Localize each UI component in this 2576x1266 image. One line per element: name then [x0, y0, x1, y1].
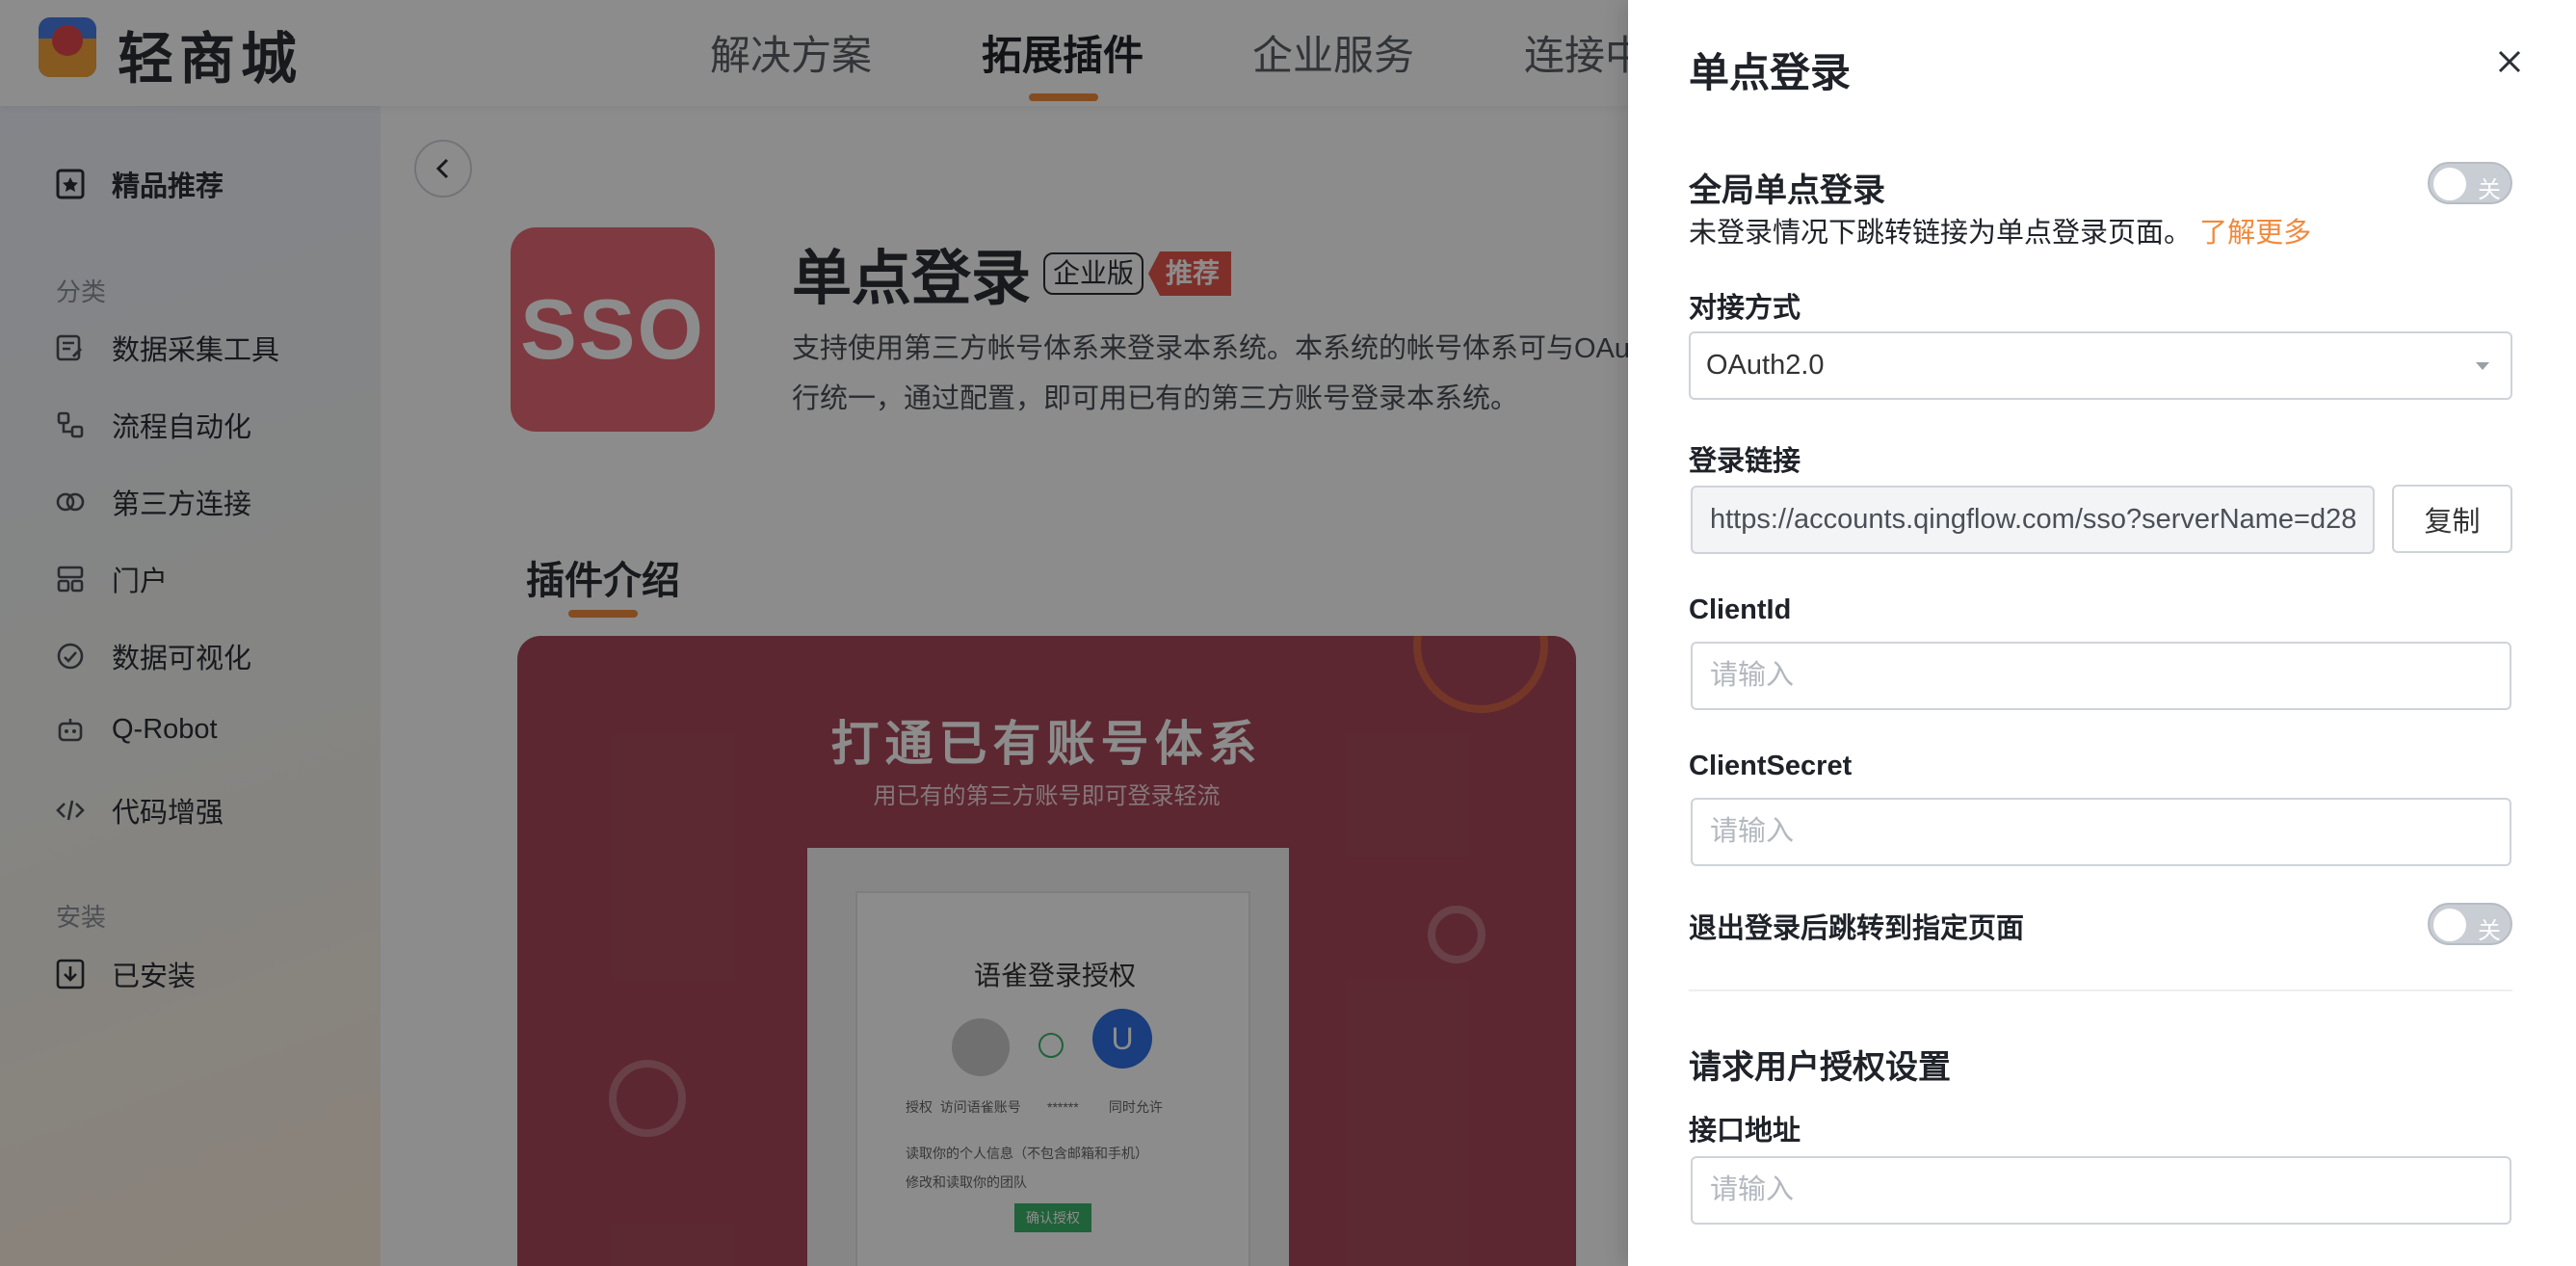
login-link-input[interactable]: [1691, 486, 2375, 554]
caret-down-icon: [2476, 362, 2489, 370]
api-address-input[interactable]: [1691, 1156, 2511, 1225]
sso-settings-drawer: 单点登录 全局单点登录 关 未登录情况下跳转链接为单点登录页面。 了解更多 对接…: [1628, 0, 2576, 1266]
select-value: OAuth2.0: [1706, 350, 1825, 381]
description-text: 未登录情况下跳转链接为单点登录页面。: [1689, 218, 2193, 249]
connect-method-label: 对接方式: [1689, 293, 1801, 324]
modal-overlay[interactable]: [0, 0, 1628, 1266]
client-secret-label: ClientSecret: [1689, 751, 1853, 781]
client-id-label: ClientId: [1689, 594, 1792, 625]
divider: [1689, 989, 2512, 991]
global-sso-label: 全局单点登录: [1689, 172, 1885, 209]
copy-button[interactable]: 复制: [2392, 485, 2512, 553]
drawer-title: 单点登录: [1689, 50, 1852, 95]
close-button[interactable]: [2490, 42, 2529, 81]
toggle-knob: [2433, 909, 2466, 941]
client-id-input[interactable]: [1691, 642, 2511, 710]
close-icon: [2498, 50, 2521, 73]
connect-method-select[interactable]: OAuth2.0: [1689, 331, 2512, 400]
toggle-text: 关: [2478, 177, 2501, 203]
api-address-label: 接口地址: [1689, 1116, 1801, 1147]
logout-redirect-toggle[interactable]: 关: [2428, 903, 2512, 945]
global-sso-description: 未登录情况下跳转链接为单点登录页面。 了解更多: [1689, 210, 2311, 251]
toggle-knob: [2433, 168, 2466, 200]
learn-more-link[interactable]: 了解更多: [2199, 218, 2311, 249]
toggle-text: 关: [2478, 918, 2501, 944]
login-link-label: 登录链接: [1689, 446, 1801, 477]
user-auth-section-title: 请求用户授权设置: [1689, 1049, 1951, 1086]
logout-redirect-label: 退出登录后跳转到指定页面: [1689, 913, 2025, 944]
global-sso-toggle[interactable]: 关: [2428, 162, 2512, 204]
client-secret-input[interactable]: [1691, 798, 2511, 866]
